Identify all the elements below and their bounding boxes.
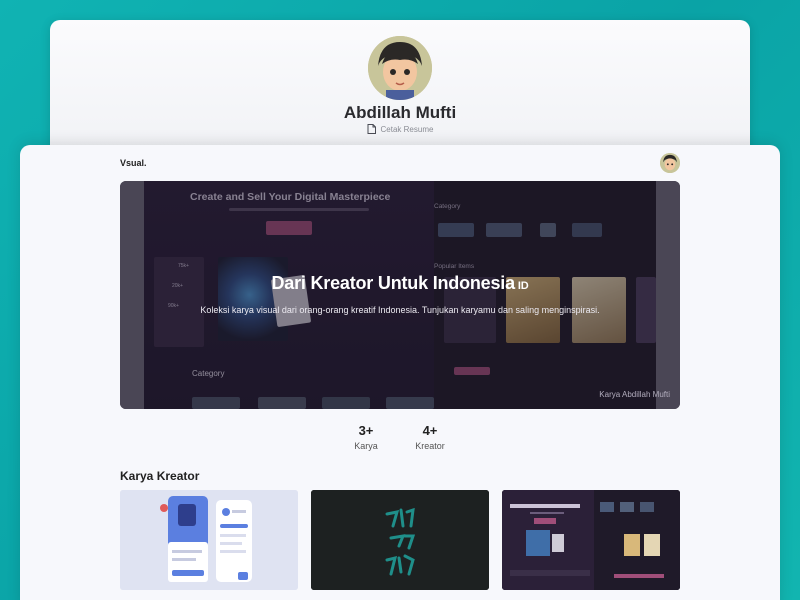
profile-avatar[interactable] [368,36,432,100]
hero-overlay [120,181,680,409]
hero-title-tag: ID [517,280,529,292]
section-title: Karya Kreator [120,469,200,483]
work-card[interactable] [311,490,489,590]
print-resume-link[interactable]: Cetak Resume [50,124,750,134]
main-card: Vsual. Create and Sell Your Digital Mast… [20,145,780,600]
stat-value: 3+ [358,423,374,438]
hero-title-text: Dari Kreator Untuk Indonesia [271,273,515,293]
nav-avatar[interactable] [660,153,680,173]
work-card[interactable] [502,490,680,590]
stat-value: 4+ [422,423,438,438]
work-thumbnail-marketplace [502,490,680,590]
stat-karya: 3+ Karya [336,423,396,451]
hero-title: Dari Kreator Untuk Indonesia ID [120,273,680,294]
stat-label: Kreator [415,441,445,451]
profile-name: Abdillah Mufti [343,103,457,122]
work-thumbnail-calligraphy [311,490,489,590]
hero-description: Koleksi karya visual dari orang-orang kr… [200,305,600,315]
work-card[interactable] [120,490,298,590]
resume-label: Cetak Resume [380,124,434,134]
hero-credit[interactable]: Karya Abdillah Mufti [599,390,670,399]
document-icon [367,124,376,134]
hero-banner: Create and Sell Your Digital Masterpiece… [120,181,680,409]
work-thumbnail-app [120,490,298,590]
stat-label: Karya [354,441,378,451]
stat-kreator: 4+ Kreator [400,423,460,451]
brand-logo[interactable]: Vsual. [120,158,147,168]
